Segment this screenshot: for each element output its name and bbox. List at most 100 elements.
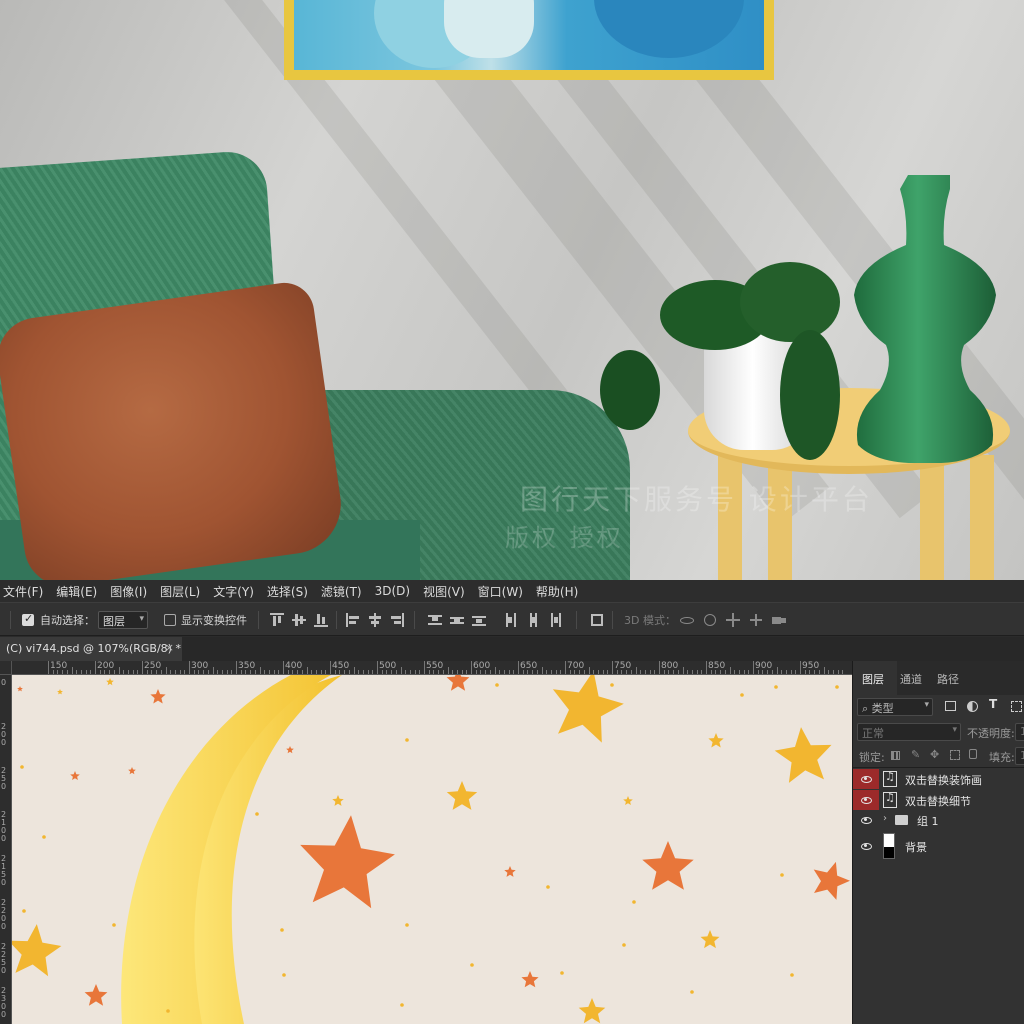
star-dot <box>610 683 614 687</box>
document-canvas[interactable] <box>12 675 852 1024</box>
align-top-icon[interactable] <box>270 613 284 627</box>
lock-all-icon[interactable] <box>969 749 977 759</box>
ruler-tick <box>706 661 707 674</box>
ruler-tick <box>330 661 331 674</box>
ruler-minor-tick <box>555 670 557 674</box>
ruler-minor-tick <box>174 670 176 674</box>
menu-filter[interactable]: 滤镜(T) <box>321 583 362 600</box>
menu-image[interactable]: 图像(I) <box>110 583 147 600</box>
menu-select[interactable]: 选择(S) <box>267 583 308 600</box>
tab-channels[interactable]: 通道 <box>900 671 922 687</box>
close-icon[interactable]: × <box>165 641 174 654</box>
distribute-vcenter-icon[interactable] <box>450 613 464 627</box>
layer-name: 双击替换细节 <box>905 795 971 808</box>
ruler-minor-tick <box>499 670 501 674</box>
auto-select-checkbox[interactable] <box>22 612 34 626</box>
tab-paths[interactable]: 路径 <box>937 671 959 687</box>
ruler-tick <box>518 661 519 674</box>
3d-roll-icon[interactable] <box>703 613 717 627</box>
opacity-field[interactable]: 1 <box>1015 723 1024 741</box>
watermark-text: 版权 授权 <box>505 524 624 552</box>
ruler-label: 400 <box>285 661 303 671</box>
visibility-toggle[interactable] <box>853 769 879 789</box>
auto-align-icon[interactable] <box>590 613 604 627</box>
ruler-minor-tick <box>80 670 82 674</box>
vertical-ruler[interactable]: 0 200 250 2100 2150 2200 2250 2300 <box>0 675 12 1024</box>
layer-row[interactable]: › 组 1 <box>853 810 1024 830</box>
ruler-label: 500 <box>379 661 397 671</box>
menu-layer[interactable]: 图层(L) <box>160 583 200 600</box>
ruler-minor-tick <box>593 670 595 674</box>
show-transform-checkbox[interactable] <box>164 614 176 626</box>
3d-pan-icon[interactable] <box>726 613 740 627</box>
ruler-minor-tick <box>781 670 783 674</box>
lock-paint-icon[interactable]: ✎ <box>911 748 920 761</box>
tab-layers[interactable]: 图层 <box>862 671 884 687</box>
ruler-minor-tick <box>165 667 167 674</box>
align-right-icon[interactable] <box>390 613 404 627</box>
auto-select-dropdown[interactable]: 图层 ▾ <box>98 611 148 629</box>
visibility-toggle[interactable] <box>853 810 879 830</box>
align-left-icon[interactable] <box>346 613 360 627</box>
ruler-label: 300 <box>191 661 209 671</box>
layer-filter-value: 类型 <box>871 702 894 715</box>
visibility-toggle[interactable] <box>853 790 879 810</box>
filter-pixel-icon[interactable] <box>945 701 956 711</box>
layer-row[interactable]: 双击替换装饰画 <box>853 769 1024 789</box>
3d-orbit-icon[interactable] <box>680 613 694 627</box>
menu-window[interactable]: 窗口(W) <box>478 583 523 600</box>
menu-view[interactable]: 视图(V) <box>423 583 465 600</box>
fill-field[interactable]: 1 <box>1015 747 1024 765</box>
star-shape <box>57 689 63 695</box>
layer-row[interactable]: 背景 <box>853 831 1024 861</box>
menu-help[interactable]: 帮助(H) <box>536 583 578 600</box>
ruler-minor-tick <box>221 670 223 674</box>
chevron-right-icon[interactable]: › <box>883 813 887 824</box>
align-hcenter-icon[interactable] <box>368 613 382 627</box>
3d-slide-icon[interactable] <box>749 613 763 627</box>
layer-row[interactable]: 双击替换细节 <box>853 790 1024 810</box>
layer-name: 背景 <box>905 841 927 854</box>
star-shape <box>17 686 23 692</box>
ruler-minor-tick <box>278 670 280 674</box>
ruler-minor-tick <box>90 670 92 674</box>
star-shape <box>700 930 720 949</box>
distribute-left-icon[interactable] <box>504 613 518 627</box>
ruler-minor-tick <box>597 670 599 674</box>
visibility-toggle[interactable] <box>853 831 879 861</box>
star-shape <box>106 678 114 686</box>
filter-adjustment-icon[interactable] <box>967 701 978 712</box>
lock-move-icon[interactable]: ✥ <box>930 748 939 761</box>
layer-filter-dropdown[interactable]: ⌕ 类型 ▾ <box>857 698 933 716</box>
align-bottom-icon[interactable] <box>314 613 328 627</box>
star-dot <box>405 738 409 742</box>
distribute-top-icon[interactable] <box>428 613 442 627</box>
menu-file[interactable]: 文件(F) <box>3 583 43 600</box>
star-shape <box>578 998 606 1024</box>
document-tab[interactable]: (C) vi744.psd @ 107%(RGB/8) * × <box>0 637 182 661</box>
ruler-minor-tick <box>170 670 172 674</box>
filter-type-icon[interactable]: T <box>989 697 997 711</box>
distribute-hcenter-icon[interactable] <box>526 613 540 627</box>
canvas-artwork <box>12 675 850 1024</box>
star-shape <box>623 796 633 805</box>
distribute-right-icon[interactable] <box>548 613 562 627</box>
star-shape <box>521 971 539 988</box>
ruler-label: 600 <box>473 661 491 671</box>
menu-3d[interactable]: 3D(D) <box>375 584 410 598</box>
3d-scale-icon[interactable] <box>772 613 786 627</box>
menu-edit[interactable]: 编辑(E) <box>56 583 97 600</box>
horizontal-ruler[interactable]: 150 200 250 300 350 400 450 500 550 600 650 700 750 8… <box>12 661 852 675</box>
wall-art-frame <box>284 0 774 80</box>
ruler-minor-tick <box>687 670 689 674</box>
distribute-bottom-icon[interactable] <box>472 613 486 627</box>
blend-mode-dropdown[interactable]: 正常 ▾ <box>857 723 961 741</box>
star-shape <box>446 675 470 691</box>
filter-shape-icon[interactable] <box>1011 701 1022 712</box>
ruler-label: 0 <box>1 678 7 687</box>
menu-type[interactable]: 文字(Y) <box>213 583 254 600</box>
lock-artboard-icon[interactable] <box>950 750 960 760</box>
lock-transparent-icon[interactable] <box>891 751 900 760</box>
star-shape <box>70 771 80 780</box>
align-vcenter-icon[interactable] <box>292 613 306 627</box>
